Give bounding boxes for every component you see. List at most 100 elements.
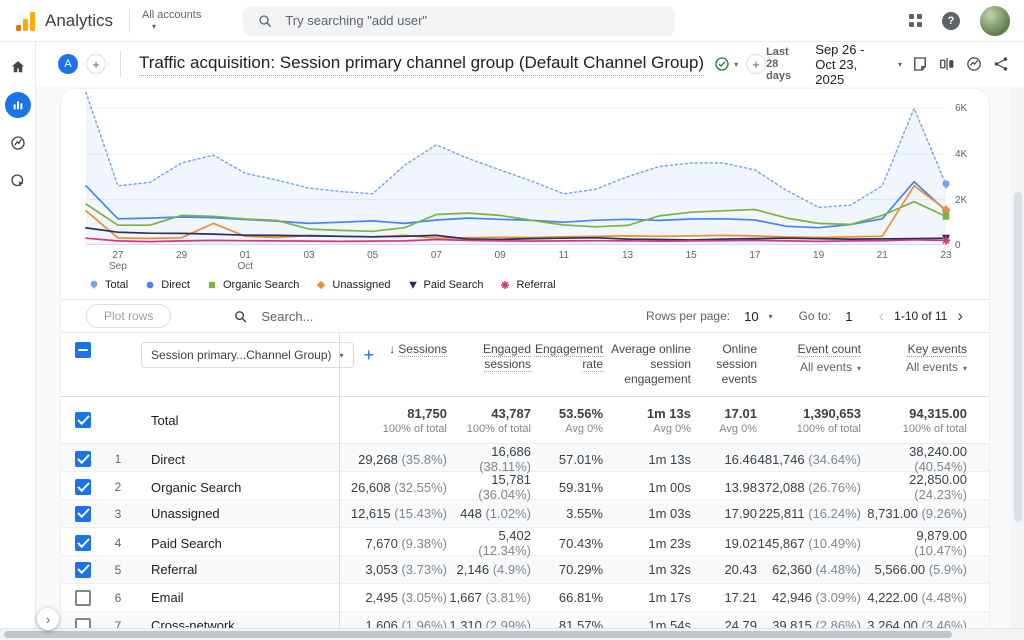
event-filter-dropdown[interactable]: All events▾ xyxy=(757,360,861,376)
apps-grid-icon[interactable] xyxy=(909,14,922,27)
global-search[interactable] xyxy=(243,6,675,36)
divider xyxy=(129,9,130,33)
column-header-engaged_sessions[interactable]: Engaged sessions xyxy=(447,342,531,372)
dimension-dropdown[interactable]: Session primary...Channel Group)▾ xyxy=(141,342,354,368)
checkbox-cell xyxy=(61,590,105,606)
cell-session_events: 19.02 xyxy=(691,536,757,551)
legend-item-paid-search[interactable]: Paid Search xyxy=(407,279,484,291)
user-avatar[interactable] xyxy=(980,6,1010,36)
cell-key_events: 94,315.00100% of total xyxy=(861,406,967,435)
metric-subtext: 100% of total xyxy=(447,423,531,435)
insights-icon[interactable] xyxy=(965,51,983,77)
chevron-down-icon[interactable]: ▾ xyxy=(734,60,738,69)
horizontal-scrollbar-thumb[interactable] xyxy=(4,631,952,638)
metric-subtext: 100% of total xyxy=(861,423,967,435)
event-filter-dropdown[interactable]: All events▾ xyxy=(861,360,967,376)
account-switcher-label: All accounts xyxy=(142,9,201,21)
rows-per-page-select[interactable]: 10 xyxy=(744,309,758,324)
notes-icon[interactable] xyxy=(911,51,929,77)
x-tick-11: 11 xyxy=(559,250,569,261)
date-range-picker[interactable]: Sep 26 - Oct 23, 2025 xyxy=(815,42,885,87)
report-saved-check-icon[interactable] xyxy=(714,56,730,72)
cell-session_events: 16.46 xyxy=(691,452,757,467)
metric-percent: (32.55%) xyxy=(391,480,447,495)
column-header-avg_engagement[interactable]: Average online session engagement xyxy=(603,342,691,387)
table-search[interactable] xyxy=(233,308,646,325)
cell-engagement_rate: 53.56%Avg 0% xyxy=(531,406,603,435)
comparison-icon[interactable] xyxy=(938,51,956,77)
share-icon[interactable] xyxy=(992,51,1010,77)
row-number: 3 xyxy=(105,507,131,521)
add-report-tab-button[interactable]: + xyxy=(746,54,766,74)
metric-value: 1m 03s xyxy=(648,506,691,521)
event-filter-label: All events xyxy=(906,360,958,374)
chart-block: 6K4K2K0 27Sep2901Oct03050709111315171921… xyxy=(61,89,989,299)
legend-item-referral[interactable]: Referral xyxy=(499,279,555,291)
column-header-sessions[interactable]: ↓Sessions xyxy=(339,342,447,357)
table-row-unassigned: 3Unassigned12,615 (15.43%)448 (1.02%)3.5… xyxy=(61,500,989,528)
previous-page-icon[interactable]: ‹ xyxy=(873,308,891,324)
workspace-avatar[interactable]: A xyxy=(58,54,78,74)
help-icon[interactable]: ? xyxy=(942,12,960,30)
table-search-input[interactable] xyxy=(259,308,479,325)
vertical-scrollbar[interactable] xyxy=(1011,88,1024,628)
nav-advertising-icon[interactable] xyxy=(5,168,31,194)
cell-event_count: 42,946 (3.09%) xyxy=(757,590,861,605)
nav-explore-icon[interactable] xyxy=(5,130,31,156)
channel-name: Total xyxy=(131,413,339,428)
row-checkbox[interactable] xyxy=(75,562,91,578)
column-header-session_events[interactable]: Online session events xyxy=(691,342,757,387)
plot-rows-button[interactable]: Plot rows xyxy=(86,304,171,328)
nav-reports-icon[interactable] xyxy=(5,92,31,118)
horizontal-scrollbar[interactable] xyxy=(0,628,1024,640)
metric-subtext: 100% of total xyxy=(339,423,447,435)
select-all-checkbox[interactable] xyxy=(75,342,91,358)
metric-value: 448 xyxy=(460,506,482,521)
chevron-down-icon[interactable]: ▾ xyxy=(898,60,902,69)
metric-value: 3.55% xyxy=(566,506,603,521)
report-table: Session primary...Channel Group)▾+↓Sessi… xyxy=(61,332,989,640)
metric-value: 16.46 xyxy=(724,452,757,467)
column-header-event_count[interactable]: Event countAll events▾ xyxy=(757,342,861,376)
cell-engagement_rate: 57.01% xyxy=(531,452,603,467)
column-label: Average online session engagement xyxy=(611,342,691,386)
legend-item-total[interactable]: Total xyxy=(88,279,128,291)
report-title[interactable]: Traffic acquisition: Session primary cha… xyxy=(139,53,704,76)
expand-nav-button[interactable]: › xyxy=(37,608,59,630)
cell-event_count: 372,088 (26.76%) xyxy=(757,480,861,495)
chevron-down-icon[interactable]: ▾ xyxy=(769,312,773,321)
x-tick-27: 27Sep xyxy=(109,250,127,272)
vertical-scrollbar-thumb[interactable] xyxy=(1014,192,1022,522)
row-checkbox[interactable] xyxy=(75,506,91,522)
goto-page-input[interactable]: 1 xyxy=(845,309,852,324)
cell-engaged_sessions: 1,667 (3.81%) xyxy=(447,590,531,605)
row-checkbox[interactable] xyxy=(75,590,91,606)
metric-value: 20.43 xyxy=(724,562,757,577)
row-checkbox[interactable] xyxy=(75,479,91,495)
column-header-key_events[interactable]: Key eventsAll events▾ xyxy=(861,342,967,376)
metric-value: 38,240.00 xyxy=(909,444,967,459)
row-checkbox[interactable] xyxy=(75,451,91,467)
table-row-direct: 1Direct29,268 (35.8%)16,686 (38.11%)57.0… xyxy=(61,444,989,472)
channel-name: Paid Search xyxy=(131,536,339,551)
metric-value: 1m 32s xyxy=(648,562,691,577)
x-tick-29: 29 xyxy=(176,250,187,261)
metric-value: 9,879.00 xyxy=(916,528,967,543)
next-page-icon[interactable]: › xyxy=(951,308,969,324)
row-checkbox[interactable] xyxy=(75,412,91,428)
add-workspace-button[interactable]: + xyxy=(86,54,106,74)
legend-item-organic-search[interactable]: Organic Search xyxy=(206,279,299,291)
global-search-input[interactable] xyxy=(283,12,661,29)
account-switcher[interactable]: All accounts ▾ xyxy=(142,9,201,33)
table-body: Total81,750100% of total43,787100% of to… xyxy=(61,397,989,640)
legend-item-unassigned[interactable]: Unassigned xyxy=(315,279,390,291)
traffic-chart xyxy=(86,97,946,245)
column-header-engagement_rate[interactable]: Engagement rate xyxy=(531,342,603,372)
row-checkbox[interactable] xyxy=(75,535,91,551)
legend-item-direct[interactable]: Direct xyxy=(144,279,190,291)
metric-value: 16,686 xyxy=(491,444,531,459)
nav-home-icon[interactable] xyxy=(5,54,31,80)
cell-engaged_sessions: 43,787100% of total xyxy=(447,406,531,435)
cell-sessions: 3,053 (3.73%) xyxy=(339,562,447,577)
metric-value: 81,750 xyxy=(407,406,447,421)
